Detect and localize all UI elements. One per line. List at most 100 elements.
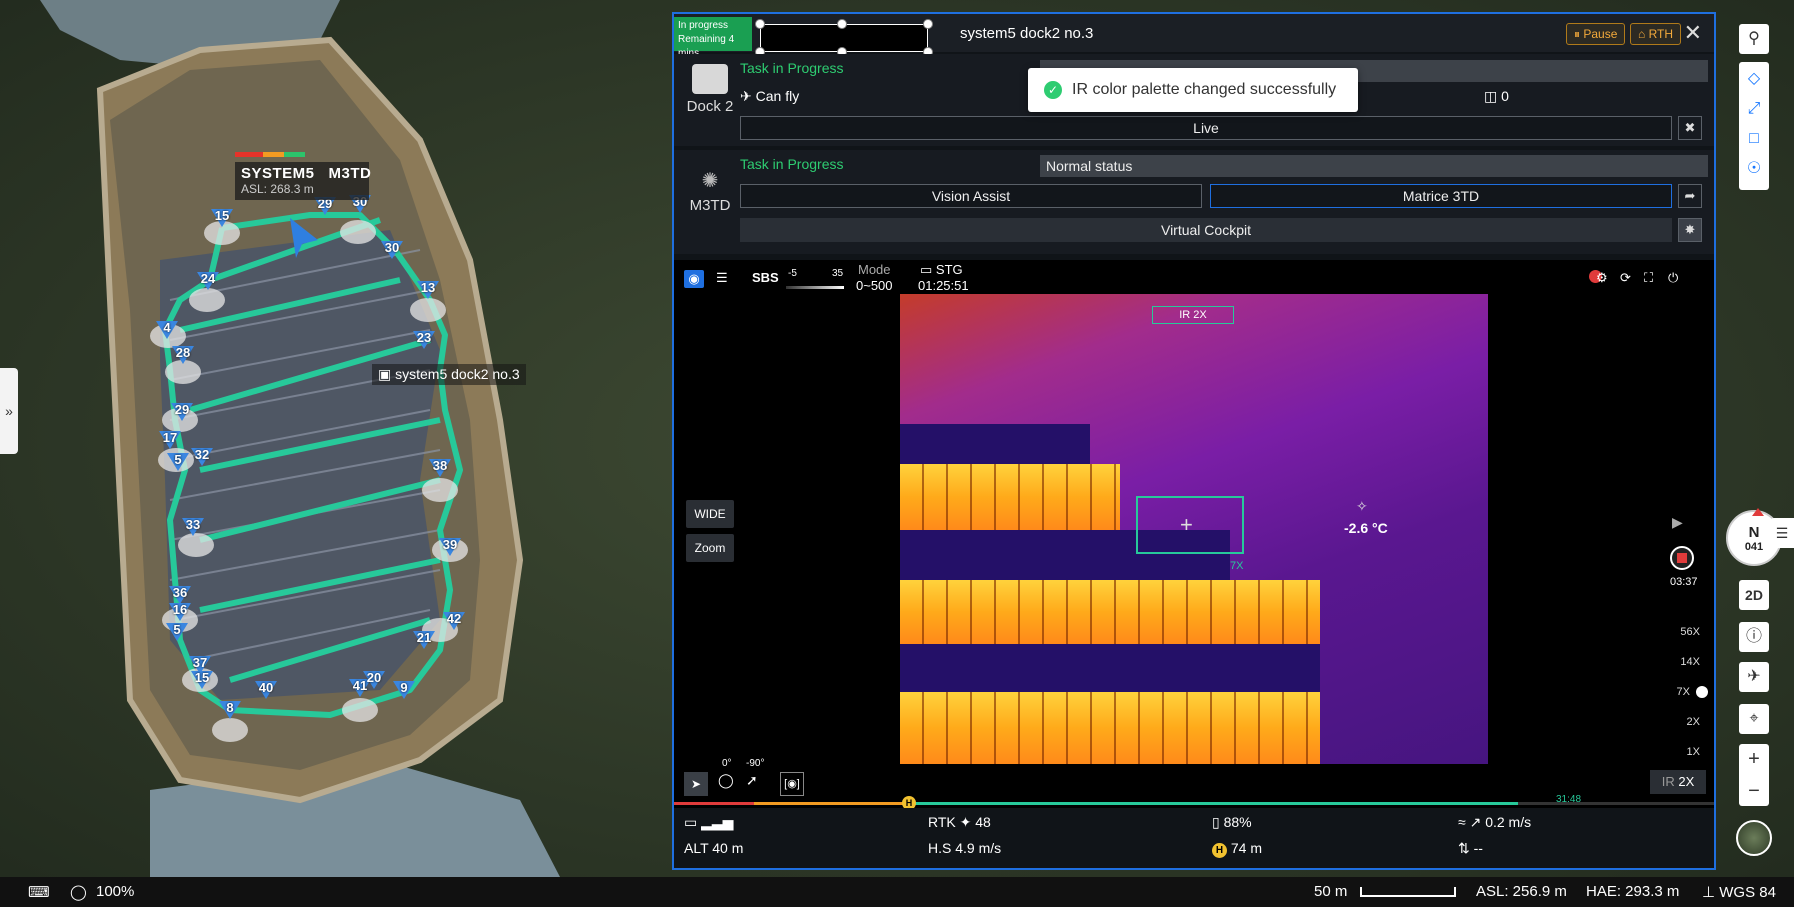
distance-value: -- xyxy=(1473,840,1483,856)
thermal-shadow xyxy=(900,424,1090,464)
tools-icon[interactable]: ✖ xyxy=(1678,116,1702,140)
wide-lens-button[interactable]: WIDE xyxy=(686,500,734,528)
circle-tool-icon[interactable]: ☉ xyxy=(1739,154,1769,184)
zoom-in-icon[interactable]: + xyxy=(1739,744,1769,774)
resize-handle[interactable] xyxy=(837,19,847,29)
drone-task-status: Task in Progress xyxy=(740,156,844,172)
panel-header: In progress Remaining 4 mins system5 doc… xyxy=(674,14,1714,59)
drone-signal-bar xyxy=(235,152,305,157)
signal-strength-icon: ▭ ▂▃▅ xyxy=(684,814,734,830)
zoom-lens-button[interactable]: Zoom xyxy=(686,534,734,562)
up-down-arrows-icon: ⇅ xyxy=(1458,840,1470,856)
pin-tool-icon[interactable]: ◇ xyxy=(1739,64,1769,94)
power-icon[interactable]: ⏻ xyxy=(1668,270,1678,286)
solar-panel-row xyxy=(900,692,1320,764)
gimbal-pitch-icon[interactable]: ➚ xyxy=(746,772,758,789)
thermal-image[interactable]: IR 2X + 7X ✧ -2.6 °C xyxy=(900,294,1488,764)
search-icon[interactable]: ⚲ xyxy=(1739,24,1769,54)
app-root: 15 29 30 30 24 13 4 23 28 29 17 5 32 38 … xyxy=(0,0,1794,907)
drone-device-name: M3TD xyxy=(689,197,731,214)
timeline-elapsed-segment xyxy=(754,802,908,805)
polygon-tool-icon[interactable]: □ xyxy=(1739,124,1769,154)
wind-speed-icon: ≈ ↗ xyxy=(1458,814,1482,830)
line-tool-icon[interactable]: ⤢ xyxy=(1739,94,1769,124)
ir-zoom-frame: IR 2X xyxy=(1152,306,1234,324)
video-camera-icon[interactable]: ▶ xyxy=(1672,514,1683,531)
live-button[interactable]: Live xyxy=(740,116,1672,140)
stg-text: STG xyxy=(935,262,963,277)
view-mode-2d-button[interactable]: 2D xyxy=(1739,580,1769,610)
mission-timeline[interactable]: H 31:48 xyxy=(674,794,1714,810)
waypoint-number: 28 xyxy=(175,345,191,360)
timeline-remaining-segment xyxy=(908,802,1518,805)
pause-label: Pause xyxy=(1583,27,1618,41)
info-icon[interactable]: ⓘ xyxy=(1739,622,1769,652)
drone-device[interactable]: ✺ M3TD xyxy=(682,168,738,214)
solar-panel-row xyxy=(900,580,1320,644)
battery-status: ▯ 88% xyxy=(1212,814,1252,831)
solar-panel-row xyxy=(900,464,1120,530)
waypoint-number: 21 xyxy=(416,630,432,645)
drone-cockpit-icon[interactable]: ✸ xyxy=(1678,218,1702,242)
refresh-icon[interactable]: ⟳ xyxy=(1620,270,1631,286)
settings-sliders-icon[interactable]: ☰ xyxy=(716,270,728,286)
matrice-3td-button[interactable]: Matrice 3TD xyxy=(1210,184,1672,208)
waypoint-number: 8 xyxy=(226,700,234,715)
ir-factor: 2X xyxy=(1678,774,1695,789)
focus-frame-icon[interactable]: [◉] xyxy=(780,772,804,796)
dock-device[interactable]: Dock 2 xyxy=(682,64,738,115)
camera-mode-icon[interactable]: ◉ xyxy=(684,270,704,288)
virtual-cockpit-button[interactable]: Virtual Cockpit xyxy=(740,218,1672,242)
record-button[interactable] xyxy=(1670,546,1694,570)
locate-icon[interactable]: ⌖ xyxy=(1739,704,1769,734)
sbs-min: -5 xyxy=(788,268,797,279)
zoom-level-56x[interactable]: 56X xyxy=(1680,626,1700,638)
compass-dial-icon[interactable]: ◯ xyxy=(718,772,734,789)
zoom-level-7x[interactable]: 7X xyxy=(1677,686,1690,698)
cursor-asl: ASL: 256.9 m xyxy=(1476,883,1567,900)
waypoint-number: 42 xyxy=(446,611,462,626)
battery-icon: ▯ xyxy=(1212,814,1220,830)
map-layer-thumbnail[interactable] xyxy=(1736,820,1772,856)
drone-status-bar: Normal status xyxy=(1040,155,1708,177)
height-value: 74 m xyxy=(1230,840,1263,856)
airplane-icon[interactable]: ✈ xyxy=(1739,662,1769,692)
resize-handle[interactable] xyxy=(923,19,933,29)
mode-value[interactable]: 0~500 xyxy=(856,278,893,293)
keyboard-icon[interactable]: ⌨ xyxy=(28,883,50,901)
expand-sidebar-handle[interactable]: » xyxy=(0,368,18,454)
share-icon[interactable]: ➦ xyxy=(1678,184,1702,208)
zoom-level-1x[interactable]: 1X xyxy=(1687,746,1700,758)
drone-map-tag[interactable]: SYSTEM5 M3TD ASL: 268.3 m xyxy=(235,152,371,200)
stop-record-icon xyxy=(1677,553,1687,563)
waypoint-number: 15 xyxy=(194,670,210,685)
vision-assist-button[interactable]: Vision Assist xyxy=(740,184,1202,208)
rth-button[interactable]: ⌂ RTH xyxy=(1630,23,1682,45)
device-panel: In progress Remaining 4 mins system5 doc… xyxy=(672,12,1716,870)
zoom-slider-handle[interactable] xyxy=(1696,686,1708,698)
pause-button[interactable]: ⏸ Pause xyxy=(1566,23,1626,45)
map-pin-icon[interactable]: ➤ xyxy=(684,772,708,796)
panel-title: system5 dock2 no.3 xyxy=(960,25,1094,42)
gear-icon[interactable]: ⚙ xyxy=(1596,270,1608,286)
ir-zoom-indicator[interactable]: IR 2X xyxy=(1650,770,1706,794)
sbs-range-bar[interactable] xyxy=(786,286,844,289)
waypoint-number: 24 xyxy=(200,271,216,286)
drone-row: ✺ M3TD Task in Progress Normal status Vi… xyxy=(674,150,1714,254)
dock-map-label[interactable]: ▣ system5 dock2 no.3 xyxy=(372,364,526,385)
dock-media-count: ◫ 0 xyxy=(1484,88,1509,105)
folder-icon: ◫ xyxy=(1484,88,1498,104)
dock-device-icon xyxy=(692,64,728,94)
close-icon[interactable]: ✕ xyxy=(1684,22,1702,44)
battery-value: 88% xyxy=(1223,814,1252,830)
stg-time: 01:25:51 xyxy=(918,278,969,293)
fullscreen-icon[interactable]: ⛶ xyxy=(1644,270,1653,286)
resize-handle[interactable] xyxy=(755,19,765,29)
chat-icon[interactable]: ☰ xyxy=(1770,518,1794,548)
camera-feed[interactable]: ◉ ☰ SBS -5 35 Mode 0~500 ▭ STG 01:25:51 … xyxy=(674,260,1714,810)
zoom-level-2x[interactable]: 2X xyxy=(1687,716,1700,728)
crosshair-icon: + xyxy=(1180,512,1193,537)
zoom-out-icon[interactable]: − xyxy=(1739,776,1769,806)
datum[interactable]: ⊥ WGS 84 xyxy=(1702,883,1776,901)
zoom-level-14x[interactable]: 14X xyxy=(1680,656,1700,668)
